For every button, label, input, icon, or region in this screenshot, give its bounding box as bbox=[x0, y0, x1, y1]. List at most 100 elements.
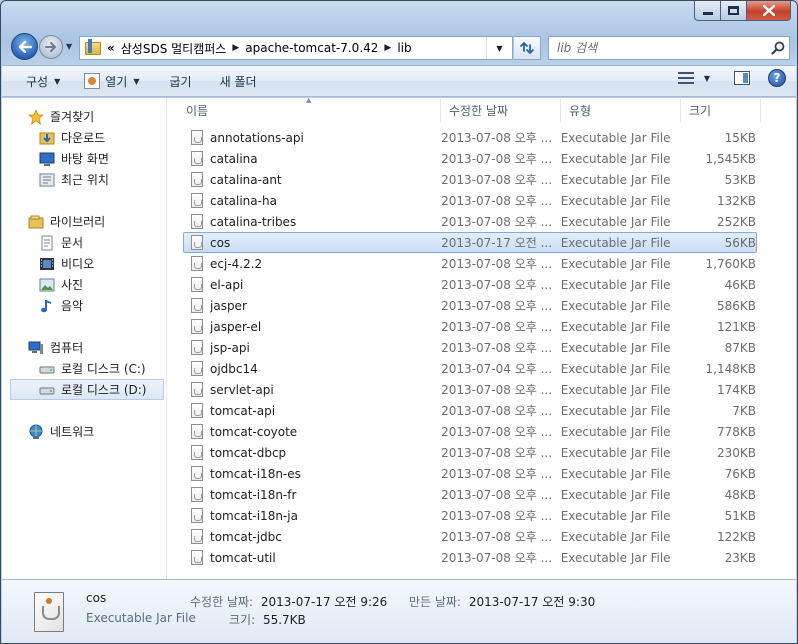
nav-item-downloads[interactable]: 다운로드 bbox=[2, 127, 166, 148]
nav-item-network[interactable]: 네트워크 bbox=[2, 421, 166, 442]
address-history-dropdown[interactable]: ▼ bbox=[486, 37, 512, 59]
file-row[interactable]: ojdbc14 2013-07-04 오후 ... Executable Jar F… bbox=[183, 358, 757, 379]
breadcrumb-item[interactable]: 삼성SDS 멀티캠퍼스 bbox=[121, 40, 227, 57]
minimize-icon bbox=[702, 12, 713, 15]
file-row[interactable]: jasper-el 2013-07-08 오후 ... Executable Jar… bbox=[183, 316, 757, 337]
details-modified-label: 수정한 날짜: bbox=[190, 595, 254, 609]
file-size: 252KB bbox=[716, 214, 756, 229]
file-row[interactable]: tomcat-jdbc 2013-07-08 오후 ... Executable J… bbox=[183, 526, 757, 547]
details-created-label: 만든 날짜: bbox=[408, 595, 461, 609]
file-row[interactable]: tomcat-util 2013-07-08 오후 ... Executable J… bbox=[183, 547, 757, 568]
back-button[interactable] bbox=[11, 33, 38, 60]
jar-file-icon bbox=[189, 255, 205, 272]
breadcrumb-item[interactable]: apache-tomcat-7.0.42 bbox=[245, 41, 378, 55]
file-row[interactable]: tomcat-i18n-fr 2013-07-08 오후 ... Executabl… bbox=[183, 484, 757, 505]
file-size: 586KB bbox=[716, 298, 756, 313]
command-bar: 구성 ▼ 열기 ▼ 굽기 새 폴더 ▼ ? bbox=[2, 65, 796, 97]
nav-item-computer[interactable]: 컴퓨터 bbox=[2, 337, 166, 358]
organize-button[interactable]: 구성 ▼ bbox=[2, 68, 70, 94]
nav-item-local-disk-d[interactable]: 로컬 디스크 (D:) bbox=[10, 379, 164, 400]
chevron-down-icon: ▼ bbox=[54, 76, 61, 86]
forward-button[interactable] bbox=[39, 35, 63, 59]
jar-file-icon bbox=[189, 465, 205, 482]
file-row[interactable]: cos 2013-07-17 오전 ... Executable Jar File 5… bbox=[183, 232, 757, 253]
forward-arrow-icon bbox=[45, 42, 56, 52]
file-row[interactable]: el-api 2013-07-08 오후 ... Executable Jar Fi… bbox=[183, 274, 757, 295]
jar-file-icon bbox=[189, 276, 205, 293]
file-row[interactable]: jsp-api 2013-07-08 오후 ... Executable Jar F… bbox=[183, 337, 757, 358]
open-with-icon bbox=[84, 73, 101, 89]
file-row[interactable]: tomcat-i18n-es 2013-07-08 오후 ... Executabl… bbox=[183, 463, 757, 484]
file-size: 87KB bbox=[724, 340, 756, 355]
file-row[interactable]: tomcat-dbcp 2013-07-08 오후 ... Executable J… bbox=[183, 442, 757, 463]
file-name: catalina-ha bbox=[210, 193, 277, 208]
address-bar[interactable]: « 삼성SDS 멀티캠퍼스 ▶ apache-tomcat-7.0.42 ▶ l… bbox=[79, 36, 513, 60]
chevron-down-icon: ▼ bbox=[703, 73, 710, 83]
open-button[interactable]: 열기 ▼ bbox=[70, 68, 149, 94]
column-header-label: 수정한 날짜 bbox=[449, 103, 509, 118]
help-icon[interactable]: ? bbox=[768, 69, 786, 87]
file-date: 2013-07-08 오후 ... bbox=[441, 425, 553, 439]
file-size: 174KB bbox=[716, 382, 756, 397]
nav-item-recent-places[interactable]: 최근 위치 bbox=[2, 169, 166, 190]
breadcrumb-separator-icon[interactable]: ▶ bbox=[232, 43, 239, 53]
breadcrumb-overflow[interactable]: « bbox=[107, 41, 115, 55]
search-input[interactable] bbox=[557, 41, 767, 55]
file-row[interactable]: catalina-ha 2013-07-08 오후 ... Executable J… bbox=[183, 190, 757, 211]
close-button[interactable] bbox=[747, 1, 791, 21]
nav-item-documents[interactable]: 문서 bbox=[2, 232, 166, 253]
file-size: 230KB bbox=[716, 445, 756, 460]
breadcrumb-separator-icon[interactable]: ▶ bbox=[384, 43, 391, 53]
nav-item-music[interactable]: 음악 bbox=[2, 295, 166, 316]
file-size: 122KB bbox=[716, 529, 756, 544]
file-row[interactable]: servlet-api 2013-07-08 오후 ... Executable J… bbox=[183, 379, 757, 400]
nav-item-favorites[interactable]: 즐겨찾기 bbox=[2, 106, 166, 127]
file-row[interactable]: catalina-ant 2013-07-08 오후 ... Executable … bbox=[183, 169, 757, 190]
details-created-value: 2013-07-17 오전 9:30 bbox=[468, 595, 596, 609]
downloads-folder-icon bbox=[39, 130, 55, 146]
file-name: tomcat-i18n-es bbox=[210, 466, 301, 481]
breadcrumb-item[interactable]: lib bbox=[397, 41, 411, 55]
file-row[interactable]: annotations-api 2013-07-08 오후 ... Executab… bbox=[183, 127, 757, 148]
file-type: Executable Jar File bbox=[560, 319, 671, 334]
file-size: 132KB bbox=[716, 193, 756, 208]
new-folder-button[interactable]: 새 폴더 bbox=[202, 68, 267, 94]
file-size: 778KB bbox=[716, 424, 756, 439]
desktop-icon bbox=[39, 151, 55, 167]
nav-item-desktop[interactable]: 바탕 화면 bbox=[2, 148, 166, 169]
search-icon[interactable] bbox=[767, 37, 789, 59]
recent-pages-dropdown[interactable]: ▼ bbox=[66, 42, 72, 51]
refresh-button[interactable] bbox=[514, 36, 541, 60]
nav-item-libraries[interactable]: 라이브러리 bbox=[2, 211, 166, 232]
column-header-date[interactable]: 수정한 날짜 bbox=[441, 98, 561, 122]
file-row[interactable]: catalina 2013-07-08 오후 ... Executable Jar … bbox=[183, 148, 757, 169]
content-area: 즐겨찾기 다운로드 바탕 화면 최근 위치 라이브러리 문서 비디오 사진 음악… bbox=[2, 96, 796, 579]
jar-file-icon bbox=[189, 150, 205, 167]
file-size: 56KB bbox=[724, 235, 756, 250]
file-date: 2013-07-08 오후 ... bbox=[441, 173, 553, 187]
file-name: tomcat-coyote bbox=[210, 424, 298, 439]
explorer-window: ▼ « 삼성SDS 멀티캠퍼스 ▶ apache-tomcat-7.0.42 ▶… bbox=[0, 0, 798, 644]
maximize-button[interactable] bbox=[721, 1, 747, 21]
column-header-label: 이름 bbox=[186, 103, 209, 118]
file-row[interactable]: tomcat-i18n-ja 2013-07-08 오후 ... Executabl… bbox=[183, 505, 757, 526]
file-date: 2013-07-08 오후 ... bbox=[441, 383, 553, 397]
file-row[interactable]: tomcat-api 2013-07-08 오후 ... Executable Ja… bbox=[183, 400, 757, 421]
file-row[interactable]: tomcat-coyote 2013-07-08 오후 ... Executable… bbox=[183, 421, 757, 442]
minimize-button[interactable] bbox=[694, 1, 721, 21]
change-view-button[interactable]: ▼ bbox=[677, 72, 710, 84]
nav-item-pictures[interactable]: 사진 bbox=[2, 274, 166, 295]
column-header-name[interactable]: ▲ 이름 bbox=[168, 96, 441, 122]
nav-item-videos[interactable]: 비디오 bbox=[2, 253, 166, 274]
file-row[interactable]: ecj-4.2.2 2013-07-08 오후 ... Executable Jar… bbox=[183, 253, 757, 274]
column-header-type[interactable]: 유형 bbox=[561, 98, 681, 122]
libraries-group: 라이브러리 문서 비디오 사진 음악 bbox=[2, 211, 166, 316]
preview-pane-icon[interactable] bbox=[734, 71, 750, 85]
library-icon bbox=[28, 214, 44, 230]
burn-button[interactable]: 굽기 bbox=[150, 68, 202, 94]
column-header-size[interactable]: 크기 bbox=[681, 98, 761, 122]
nav-item-local-disk-c[interactable]: 로컬 디스크 (C:) bbox=[2, 358, 166, 379]
nav-item-label: 컴퓨터 bbox=[50, 341, 84, 355]
file-row[interactable]: jasper 2013-07-08 오후 ... Executable Jar Fi… bbox=[183, 295, 757, 316]
file-row[interactable]: catalina-tribes 2013-07-08 오후 ... Executab… bbox=[183, 211, 757, 232]
